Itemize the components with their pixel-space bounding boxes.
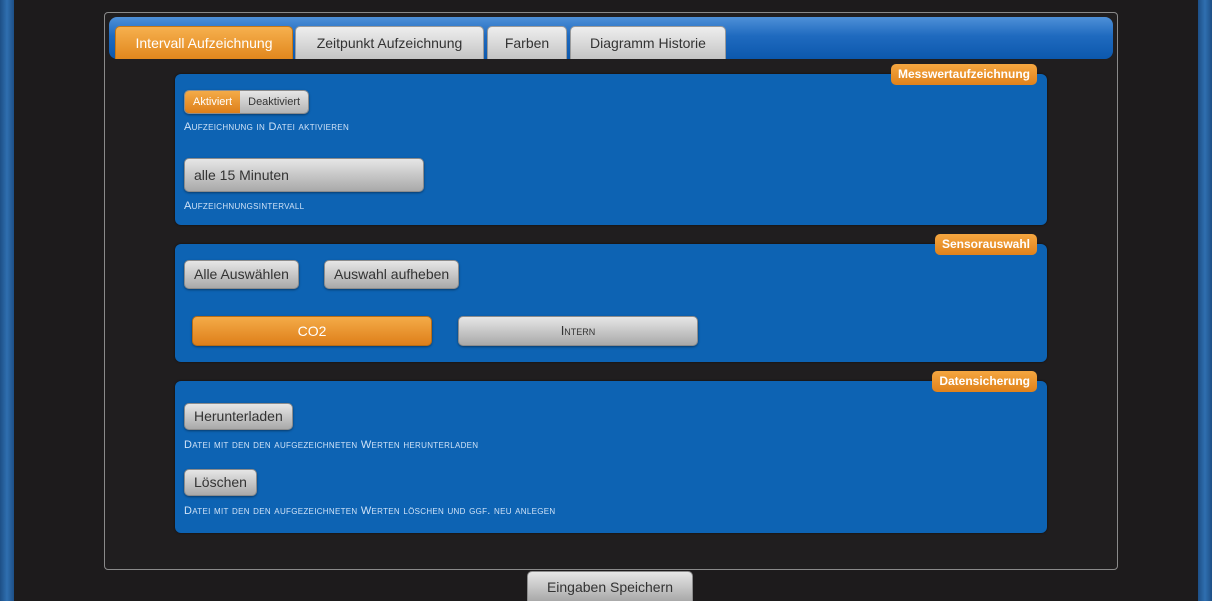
download-caption: Datei mit den den aufgezeichneten Werten… bbox=[184, 439, 479, 451]
section-title-measurement: Messwertaufzeichnung bbox=[890, 64, 1037, 85]
sensor-section: Sensorauswahl Alle Auswählen Auswahl auf… bbox=[175, 234, 1047, 362]
toggle-activated[interactable]: Aktiviert bbox=[185, 91, 241, 113]
backup-section: Datensicherung Herunterladen Datei mit d… bbox=[175, 371, 1047, 533]
recording-toggle: Aktiviert Deaktiviert bbox=[184, 90, 310, 114]
deselect-button[interactable]: Auswahl aufheben bbox=[324, 260, 460, 289]
interval-select[interactable]: alle 15 Minuten bbox=[184, 158, 424, 192]
tab-intervall-aufzeichnung[interactable]: Intervall Aufzeichnung bbox=[115, 26, 293, 59]
select-all-button[interactable]: Alle Auswählen bbox=[184, 260, 299, 289]
tab-farben[interactable]: Farben bbox=[487, 26, 567, 59]
sensor-intern-button[interactable]: Intern bbox=[458, 316, 698, 346]
left-frame-bar bbox=[0, 0, 14, 601]
delete-caption: Datei mit den den aufgezeichneten Werten… bbox=[184, 505, 556, 517]
interval-caption: Aufzeichnungsintervall bbox=[184, 200, 305, 212]
enable-recording-caption: Aufzeichnung in Datei aktivieren bbox=[184, 121, 350, 133]
tab-diagramm-historie[interactable]: Diagramm Historie bbox=[570, 26, 726, 59]
delete-button[interactable]: Löschen bbox=[184, 469, 257, 496]
section-title-sensors: Sensorauswahl bbox=[934, 234, 1037, 255]
right-frame-bar bbox=[1198, 0, 1212, 601]
save-inputs-button[interactable]: Eingaben Speichern bbox=[527, 571, 693, 601]
download-button[interactable]: Herunterladen bbox=[184, 403, 293, 430]
tab-zeitpunkt-aufzeichnung[interactable]: Zeitpunkt Aufzeichnung bbox=[295, 26, 484, 59]
measurement-section: Messwertaufzeichnung Aktiviert Deaktivie… bbox=[175, 64, 1047, 225]
settings-panel: Intervall Aufzeichnung Zeitpunkt Aufzeic… bbox=[104, 12, 1118, 570]
tab-bar: Intervall Aufzeichnung Zeitpunkt Aufzeic… bbox=[109, 17, 1113, 59]
toggle-deactivated[interactable]: Deaktiviert bbox=[240, 91, 309, 113]
section-title-backup: Datensicherung bbox=[932, 371, 1037, 392]
sensor-co2-button[interactable]: CO2 bbox=[192, 316, 432, 346]
